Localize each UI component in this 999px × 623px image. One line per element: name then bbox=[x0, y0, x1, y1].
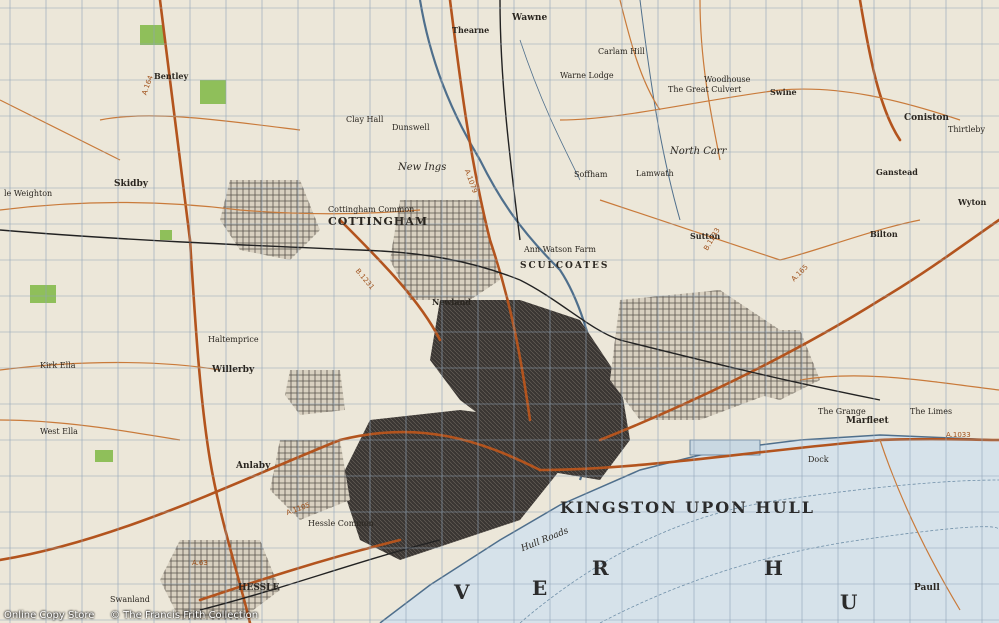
label-kingston-upon-hull: KINGSTON UPON HULL bbox=[560, 498, 815, 517]
woodland bbox=[140, 25, 164, 45]
label-warne-lodge: Warne Lodge bbox=[560, 71, 614, 80]
river-letter: H bbox=[764, 556, 783, 580]
label-woodhouse: Woodhouse bbox=[704, 75, 751, 84]
label-little-weighton: le Weighton bbox=[4, 189, 53, 198]
urban-east bbox=[730, 330, 820, 400]
label-dunswell: Dunswell bbox=[392, 123, 430, 132]
label-wawne: Wawne bbox=[512, 13, 548, 23]
label-thirtleby: Thirtleby bbox=[948, 125, 986, 134]
label-haltemprice: Haltemprice bbox=[208, 335, 259, 344]
label-dock: Dock bbox=[808, 455, 829, 464]
label-skidby: Skidby bbox=[114, 179, 148, 189]
map-canvas[interactable]: KINGSTON UPON HULL COTTINGHAM SCULCOATES… bbox=[0, 0, 999, 623]
label-new-ings: New Ings bbox=[398, 162, 447, 173]
label-swine: Swine bbox=[770, 87, 797, 97]
woodland bbox=[160, 230, 172, 240]
label-marfleet: Marfleet bbox=[846, 416, 889, 426]
label-cottingham-common: Cottingham Common bbox=[328, 205, 415, 214]
label-the-grange: The Grange bbox=[818, 407, 866, 416]
woodland bbox=[95, 450, 113, 462]
label-newland: Newland bbox=[432, 297, 471, 307]
label-the-limes: The Limes bbox=[910, 407, 953, 416]
woodland bbox=[30, 285, 56, 303]
label-great-culvert: The Great Culvert bbox=[668, 85, 742, 94]
river-letter: R bbox=[592, 556, 609, 580]
label-anlaby: Anlaby bbox=[236, 461, 271, 471]
road-a63: A.63 bbox=[192, 559, 208, 567]
label-hessle: HESSLE bbox=[238, 583, 280, 593]
label-west-ella: West Ella bbox=[40, 427, 78, 436]
label-paull: Paull bbox=[914, 583, 940, 593]
label-kirk-ella: Kirk Ella bbox=[40, 361, 76, 370]
woodland bbox=[200, 80, 226, 104]
label-ann-watson: Ann Watson Farm bbox=[524, 245, 596, 254]
label-clay-hall: Clay Hall bbox=[346, 115, 384, 124]
label-sculcoates: SCULCOATES bbox=[520, 261, 610, 271]
label-coniston: Coniston bbox=[904, 113, 949, 123]
label-wyton: Wyton bbox=[958, 197, 987, 207]
label-thearne: Thearne bbox=[452, 25, 490, 35]
footer-copyright: © The Francis Frith Collection bbox=[110, 610, 259, 621]
label-lamwath: Lamwath bbox=[636, 169, 674, 178]
label-bilton: Bilton bbox=[870, 229, 898, 239]
river-letter: V bbox=[454, 580, 470, 604]
river-letter: U bbox=[840, 590, 858, 614]
footer-copy-store: Online Copy Store bbox=[4, 610, 95, 621]
road-a1033: A.1033 bbox=[946, 431, 971, 439]
urban-willerby bbox=[285, 370, 345, 415]
label-bentley: Bentley bbox=[154, 71, 189, 81]
label-swanland: Swanland bbox=[110, 595, 150, 604]
label-north-carr: North Carr bbox=[670, 146, 727, 157]
label-hessle-common: Hessle Common bbox=[308, 519, 374, 528]
label-cottingham: COTTINGHAM bbox=[328, 215, 429, 228]
label-ganstead: Ganstead bbox=[876, 167, 918, 177]
river-letter: E bbox=[532, 576, 548, 600]
label-carlam-hill: Carlam Hill bbox=[598, 47, 645, 56]
map-graphics bbox=[0, 0, 999, 623]
label-soffham: Soffham bbox=[574, 170, 608, 179]
label-willerby: Willerby bbox=[212, 365, 255, 375]
